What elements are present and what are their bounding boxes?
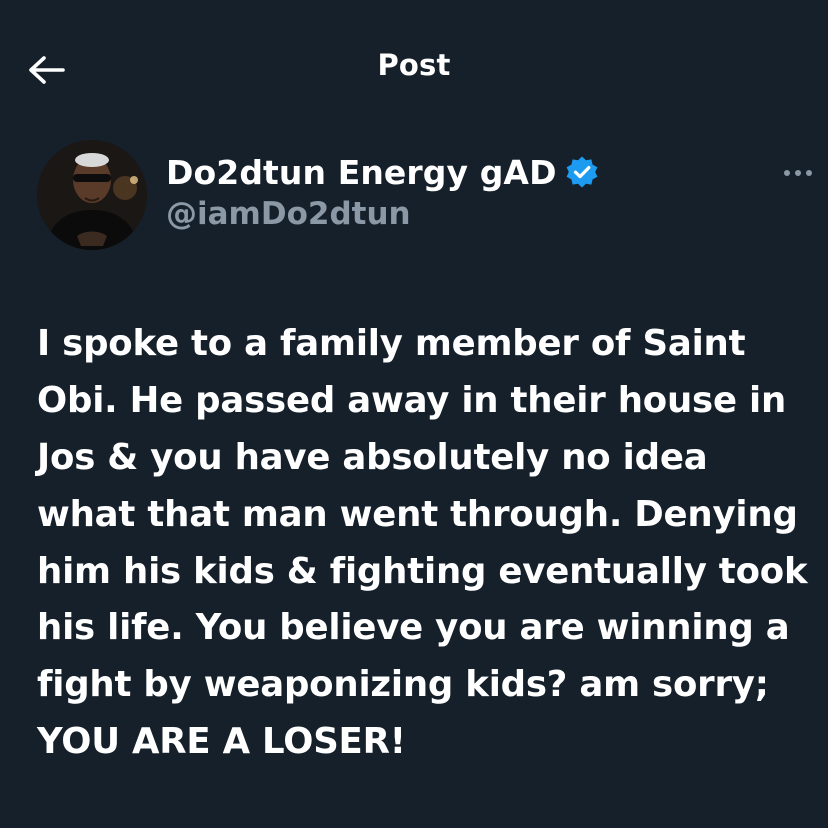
post-text-line: his life. You believe you are winning a: [37, 607, 790, 649]
verified-badge-icon: [565, 155, 599, 189]
post-text-line: YOU ARE A LOSER!: [37, 721, 406, 763]
more-horizontal-icon: [784, 170, 812, 176]
display-name[interactable]: Do2dtun Energy gAD: [166, 153, 557, 192]
page-title: Post: [377, 48, 451, 82]
user-handle[interactable]: @iamDo2dtun: [166, 196, 599, 232]
post-text: I spoke to a family member of Saint Obi.…: [37, 316, 821, 771]
name-row: Do2dtun Energy gAD: [166, 152, 599, 192]
post-screen: Post Do2dtun Energy gAD @iamDo2dtun I sp…: [0, 0, 828, 828]
post-text-line: what that man went through. Denying: [37, 493, 798, 535]
top-bar: Post: [0, 0, 828, 120]
post-text-line: I spoke to a family member of Saint: [37, 323, 746, 364]
profile-photo: [37, 140, 147, 250]
more-options-button[interactable]: [778, 158, 818, 188]
avatar[interactable]: [37, 140, 147, 250]
post-text-line: Obi. He passed away in their house in: [37, 379, 787, 421]
post-text-line: Jos & you have absolutely no idea: [37, 436, 708, 478]
post-text-line: fight by weaponizing kids? am sorry;: [37, 664, 769, 706]
author-block: Do2dtun Energy gAD @iamDo2dtun: [166, 152, 599, 232]
post-text-line: him his kids & fighting eventually took: [37, 550, 808, 592]
